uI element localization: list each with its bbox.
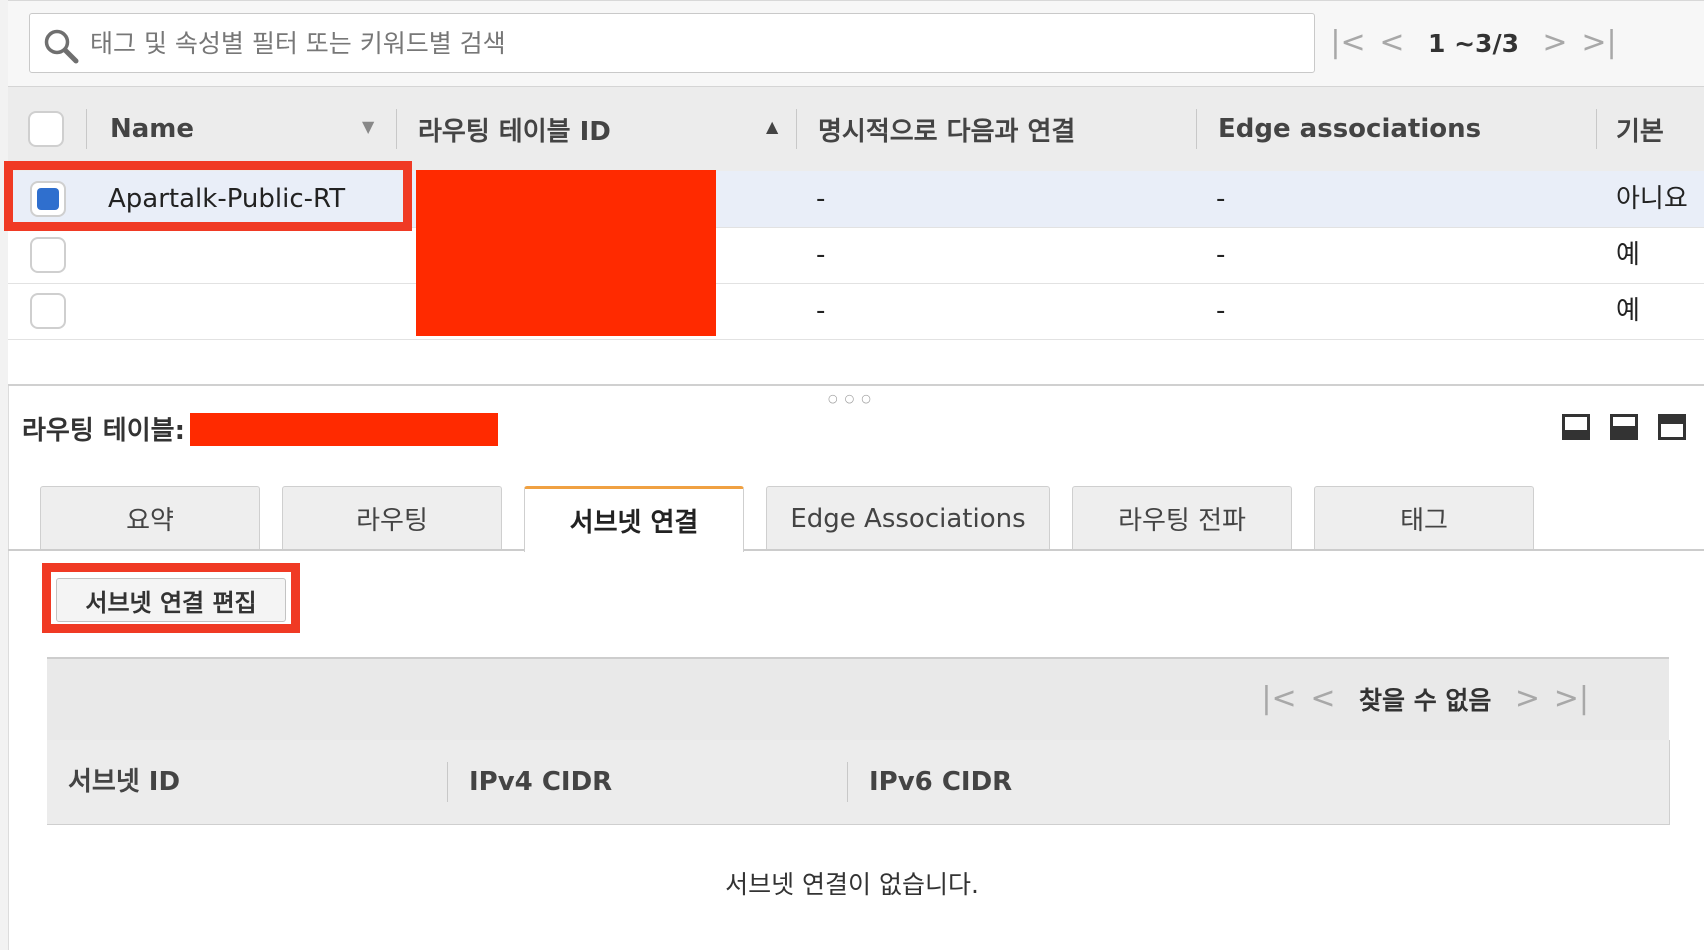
details-route-table-id-redaction bbox=[190, 413, 498, 446]
tab-subnet-associations[interactable]: 서브넷 연결 bbox=[524, 486, 744, 552]
tabs-baseline bbox=[8, 549, 1704, 551]
subnet-associations-table: |< < 찾을 수 없음 > >| 서브넷 ID IPv4 CIDR IPv6 … bbox=[47, 657, 1670, 825]
subnet-pagination: |< < 찾을 수 없음 > >| bbox=[1257, 679, 1593, 719]
row-explicit-association: - bbox=[816, 240, 826, 270]
search-icon bbox=[44, 29, 79, 64]
tab-routes-label: 라우팅 bbox=[356, 506, 428, 536]
route-table-id-redaction bbox=[416, 170, 716, 336]
tab-subnet-associations-label: 서브넷 연결 bbox=[569, 508, 699, 538]
tab-edge-associations[interactable]: Edge Associations bbox=[766, 486, 1050, 550]
row-edge-associations: - bbox=[1216, 296, 1226, 326]
subnet-pager-bar: |< < 찾을 수 없음 > >| bbox=[47, 657, 1669, 742]
route-table-list-panel: |< < 1 ~3/3 > >| Name ▼ 라우팅 테이블 ID ▲ 명시적… bbox=[4, 0, 1704, 384]
search-input[interactable] bbox=[88, 22, 1292, 64]
row-explicit-association: - bbox=[816, 184, 826, 214]
row-checkbox[interactable] bbox=[30, 237, 66, 273]
next-page-icon[interactable]: > bbox=[1533, 23, 1577, 63]
column-divider bbox=[447, 762, 448, 802]
tab-tags-label: 태그 bbox=[1400, 506, 1448, 536]
search-bar: |< < 1 ~3/3 > >| bbox=[8, 0, 1704, 87]
sort-ascending-icon[interactable]: ▲ bbox=[766, 117, 778, 136]
tab-route-propagation[interactable]: 라우팅 전파 bbox=[1072, 486, 1292, 550]
column-header-route-table-id[interactable]: 라우팅 테이블 ID bbox=[418, 87, 611, 171]
subnet-table-header: 서브넷 ID IPv4 CIDR IPv6 CIDR bbox=[47, 740, 1670, 825]
column-header-main-label: 기본 bbox=[1616, 116, 1664, 147]
last-page-icon[interactable]: >| bbox=[1549, 679, 1593, 719]
row-main: 예 bbox=[1616, 296, 1640, 326]
column-header-subnet-id[interactable]: 서브넷 ID bbox=[68, 740, 180, 824]
column-header-edge-associations[interactable]: Edge associations bbox=[1218, 87, 1481, 171]
row-edge-associations: - bbox=[1216, 184, 1226, 214]
select-all-checkbox[interactable] bbox=[28, 111, 64, 147]
tab-routes[interactable]: 라우팅 bbox=[282, 486, 502, 550]
prev-page-icon[interactable]: < bbox=[1301, 679, 1345, 719]
column-header-main[interactable]: 기본 bbox=[1616, 87, 1664, 171]
column-divider bbox=[1196, 109, 1197, 149]
last-page-icon[interactable]: >| bbox=[1577, 23, 1621, 63]
row-explicit-association: - bbox=[816, 296, 826, 326]
selected-row-highlight bbox=[4, 161, 412, 231]
column-header-edge-associations-label: Edge associations bbox=[1218, 114, 1482, 144]
row-main: 아니요 bbox=[1616, 184, 1688, 214]
row-main: 예 bbox=[1616, 240, 1640, 270]
tab-summary[interactable]: 요약 bbox=[40, 486, 260, 550]
first-page-icon[interactable]: |< bbox=[1326, 23, 1370, 63]
prev-page-icon[interactable]: < bbox=[1370, 23, 1414, 63]
sort-caret-down-icon[interactable]: ▼ bbox=[362, 117, 374, 136]
search-box[interactable] bbox=[29, 13, 1315, 73]
dock-half-icon[interactable] bbox=[1610, 414, 1638, 440]
column-divider bbox=[86, 109, 87, 149]
column-divider bbox=[396, 109, 397, 149]
column-header-name[interactable]: Name bbox=[110, 87, 194, 171]
table-row[interactable]: - - 예 bbox=[8, 283, 1704, 340]
table-header: Name ▼ 라우팅 테이블 ID ▲ 명시적으로 다음과 연결 Edge as… bbox=[8, 86, 1704, 172]
column-header-name-label: Name bbox=[110, 114, 195, 144]
column-header-route-table-id-label: 라우팅 테이블 ID bbox=[418, 116, 611, 147]
column-divider bbox=[847, 762, 848, 802]
row-edge-associations: - bbox=[1216, 240, 1226, 270]
dock-bottom-icon[interactable] bbox=[1562, 414, 1590, 440]
column-divider bbox=[796, 109, 797, 149]
tab-route-propagation-label: 라우팅 전파 bbox=[1118, 506, 1246, 536]
list-pagination: |< < 1 ~3/3 > >| bbox=[1326, 23, 1621, 63]
tab-edge-associations-label: Edge Associations bbox=[790, 503, 1026, 534]
splitter-grip-icon[interactable]: ○○○ bbox=[828, 392, 878, 405]
column-header-ipv6-cidr[interactable]: IPv6 CIDR bbox=[869, 740, 1012, 824]
table-row[interactable]: - - 예 bbox=[8, 227, 1704, 284]
tab-tags[interactable]: 태그 bbox=[1314, 486, 1534, 550]
column-header-explicit-association[interactable]: 명시적으로 다음과 연결 bbox=[818, 87, 1075, 171]
column-header-ipv4-cidr[interactable]: IPv4 CIDR bbox=[469, 740, 612, 824]
row-checkbox[interactable] bbox=[30, 293, 66, 329]
dock-top-icon[interactable] bbox=[1658, 414, 1686, 440]
subnet-pager-status: 찾을 수 없음 bbox=[1359, 686, 1492, 715]
page-range: 1 ~3/3 bbox=[1428, 28, 1519, 58]
tab-summary-label: 요약 bbox=[126, 506, 174, 536]
edit-button-highlight bbox=[42, 563, 300, 633]
details-title: 라우팅 테이블: bbox=[22, 416, 185, 446]
first-page-icon[interactable]: |< bbox=[1257, 679, 1301, 719]
next-page-icon[interactable]: > bbox=[1505, 679, 1549, 719]
panel-splitter[interactable] bbox=[8, 384, 1704, 386]
empty-state-message: 서브넷 연결이 없습니다. bbox=[725, 870, 979, 899]
column-divider bbox=[1596, 109, 1597, 149]
column-header-explicit-association-label: 명시적으로 다음과 연결 bbox=[818, 116, 1076, 147]
